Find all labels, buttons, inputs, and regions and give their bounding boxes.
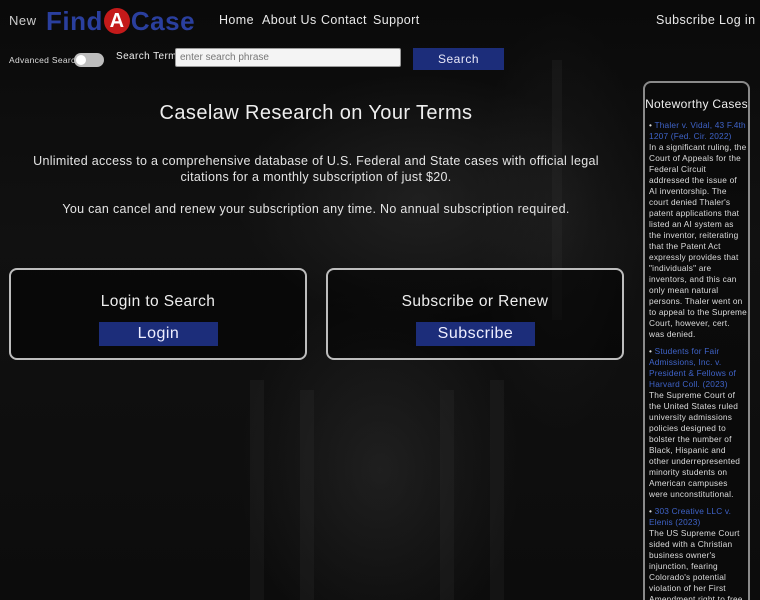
findacase-logo[interactable]: Find A Case [46, 6, 195, 36]
subscribe-button[interactable]: Subscribe [416, 322, 535, 346]
case-item: • Students for Fair Admissions, Inc. v. … [649, 346, 747, 500]
noteworthy-cases-sidebar[interactable]: Noteworthy Cases • Thaler v. Vidal, 43 F… [643, 81, 750, 600]
login-button[interactable]: Login [99, 322, 218, 346]
logo-badge-a: A [103, 8, 130, 34]
search-term-label: Search Term: [116, 51, 181, 62]
sidebar-title: Noteworthy Cases [645, 97, 748, 111]
case-link[interactable]: 303 Creative LLC v. Elenis (2023) [649, 506, 731, 527]
hero-cancel-note: You can cancel and renew your subscripti… [62, 202, 570, 216]
toggle-knob [76, 55, 86, 65]
login-card: Login to Search Login [9, 268, 307, 360]
new-label: New [9, 13, 37, 28]
bullet-icon: • [649, 346, 653, 356]
case-summary: The US Supreme Court sided with a Christ… [649, 528, 743, 600]
hero-description: Unlimited access to a comprehensive data… [33, 154, 599, 184]
case-item: • Thaler v. Vidal, 43 F.4th 1207 (Fed. C… [649, 120, 747, 340]
logo-text-find: Find [46, 5, 103, 36]
case-summary: In a significant ruling, the Court of Ap… [649, 142, 747, 339]
login-card-title: Login to Search [100, 293, 216, 310]
top-navigation-bar: New Find A Case Home About Us Contact Su… [0, 0, 760, 42]
nav-subscribe[interactable]: Subscribe [656, 13, 715, 27]
bullet-icon: • [649, 120, 653, 130]
logo-text-case: Case [130, 5, 196, 36]
advanced-search-toggle[interactable] [74, 53, 104, 67]
nav-home[interactable]: Home [219, 13, 254, 27]
search-button[interactable]: Search [413, 48, 504, 70]
search-input[interactable] [175, 48, 401, 67]
case-item: • 303 Creative LLC v. Elenis (2023) The … [649, 506, 747, 600]
nav-contact[interactable]: Contact [321, 13, 367, 27]
nav-about-us[interactable]: About Us [262, 13, 317, 27]
hero-title: Caselaw Research on Your Terms [159, 102, 473, 124]
nav-log-in[interactable]: Log in [719, 13, 755, 27]
nav-support[interactable]: Support [373, 13, 420, 27]
case-link[interactable]: Students for Fair Admissions, Inc. v. Pr… [649, 346, 736, 389]
subscribe-card-title: Subscribe or Renew [401, 293, 549, 310]
case-summary: The Supreme Court of the United States r… [649, 390, 741, 499]
subscribe-card: Subscribe or Renew Subscribe [326, 268, 624, 360]
advanced-search-label: Advanced Search: [9, 55, 84, 65]
bullet-icon: • [649, 506, 653, 516]
case-link[interactable]: Thaler v. Vidal, 43 F.4th 1207 (Fed. Cir… [649, 120, 746, 141]
